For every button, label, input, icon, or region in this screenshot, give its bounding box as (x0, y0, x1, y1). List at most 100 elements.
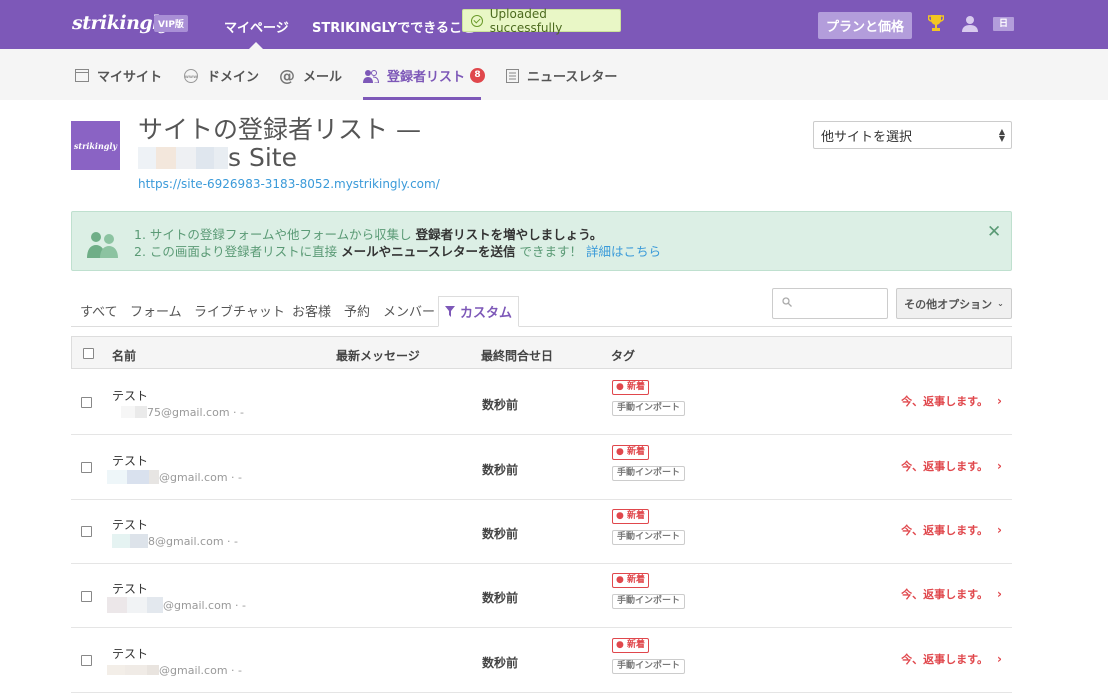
reply-now-link[interactable]: 今、返事します。 › (901, 393, 1002, 409)
last-inquiry-date: 数秒前 (482, 463, 519, 477)
redacted-block (156, 147, 176, 169)
redacted-block (121, 406, 135, 418)
toast-text: Uploaded successfully (489, 6, 563, 35)
last-inquiry-date: 数秒前 (482, 398, 519, 412)
search-input[interactable] (772, 288, 888, 319)
tab-custom[interactable]: カスタム (438, 296, 519, 327)
tab-members[interactable]: メンバー (383, 301, 435, 320)
redacted-block (125, 665, 147, 675)
subscriber-email: @gmail.com · - (107, 661, 242, 679)
language-switch[interactable]: 日 (993, 17, 1014, 31)
redacted-block (135, 406, 147, 418)
chevron-right-icon: › (997, 652, 1002, 666)
column-message[interactable]: 最新メッセージ (336, 347, 420, 364)
redacted-block (147, 665, 159, 675)
row-checkbox[interactable] (81, 655, 92, 666)
row-checkbox[interactable] (81, 591, 92, 602)
subnav-domain[interactable]: www ドメイン (183, 67, 259, 85)
subscriber-name: テスト (112, 647, 149, 661)
subnav-subscribers[interactable]: 登録者リスト 8 (363, 67, 486, 85)
tab-form[interactable]: フォーム (130, 301, 182, 320)
vip-badge: VIP版 (154, 15, 188, 32)
table-row[interactable]: テスト @gmail.com · - 数秒前 ● 新着 手動インポート 今、返事… (71, 435, 1012, 500)
table-header: 名前 最新メッセージ 最終問合せ日 タグ (71, 336, 1012, 369)
table-row[interactable]: テスト @gmail.com · - 数秒前 ● 新着 手動インポート 今、返事… (71, 628, 1012, 693)
active-tab-underline (363, 97, 481, 100)
reply-now-link[interactable]: 今、返事します。 › (901, 458, 1002, 474)
column-name[interactable]: 名前 (112, 347, 136, 364)
chevron-right-icon: › (997, 394, 1002, 408)
redacted-block (149, 470, 159, 484)
column-tags[interactable]: タグ (611, 347, 635, 364)
subscriber-count-badge: 8 (470, 68, 486, 83)
trophy-icon[interactable] (928, 14, 944, 32)
subnav-mysite[interactable]: マイサイト (75, 67, 162, 85)
row-checkbox[interactable] (81, 526, 92, 537)
redacted-block (107, 597, 127, 613)
tab-customers[interactable]: お客様 (292, 301, 331, 320)
redacted-block (147, 597, 163, 613)
info-banner: 1. サイトの登録フォームや他フォームから収集し 登録者リストを増やしましょう。… (71, 211, 1012, 271)
tabs-divider (71, 326, 1012, 327)
table-row[interactable]: テスト @gmail.com · - 数秒前 ● 新着 手動インポート 今、返事… (71, 563, 1012, 628)
subscriber-name: テスト (112, 518, 149, 532)
subscriber-email: 8@gmail.com · - (107, 532, 238, 550)
nav-features[interactable]: STRIKINGLYでできること (312, 17, 475, 36)
plans-pricing-button[interactable]: プランと価格 (818, 12, 913, 39)
row-checkbox[interactable] (81, 462, 92, 473)
tab-livechat[interactable]: ライブチャット (194, 301, 285, 320)
svg-text:www: www (185, 75, 197, 80)
redacted-block (112, 534, 130, 548)
site-select-dropdown[interactable]: 他サイトを選択 ▲ ▼ (813, 121, 1012, 149)
details-link[interactable]: 詳細はこちら (586, 244, 661, 259)
table-row[interactable]: テスト 75@gmail.com · - 数秒前 ● 新着 手動インポート 今、… (71, 370, 1012, 435)
tab-booking[interactable]: 予約 (344, 301, 370, 320)
close-icon[interactable]: ✕ (987, 222, 1001, 242)
tag-new-badge: ● 新着 (612, 573, 649, 588)
subnav-mail[interactable]: @ メール (279, 66, 342, 85)
subscriber-name: テスト (112, 454, 149, 468)
redacted-block (107, 665, 125, 675)
last-inquiry-date: 数秒前 (482, 591, 519, 605)
tab-all[interactable]: すべて (80, 301, 118, 320)
select-arrows-icon: ▲ ▼ (998, 127, 1005, 143)
subscriber-email: @gmail.com · - (107, 596, 246, 614)
redacted-block (127, 597, 147, 613)
site-url-link[interactable]: https://site-6926983-3183-8052.mystrikin… (138, 177, 440, 191)
redacted-block (127, 470, 149, 484)
browser-icon (75, 69, 89, 82)
subscriber-name: テスト (112, 389, 149, 403)
newsletter-icon (506, 68, 519, 83)
table-row[interactable]: テスト 8@gmail.com · - 数秒前 ● 新着 手動インポート 今、返… (71, 499, 1012, 564)
tag-new-badge: ● 新着 (612, 638, 649, 653)
chevron-right-icon: › (997, 459, 1002, 473)
redacted-block (214, 147, 228, 169)
chevron-right-icon: › (997, 523, 1002, 537)
subnav-newsletter[interactable]: ニュースレター (506, 67, 617, 85)
column-date[interactable]: 最終問合せ日 (481, 347, 553, 364)
tag-manual-import: 手動インポート (612, 401, 686, 416)
redacted-block (130, 534, 148, 548)
row-checkbox[interactable] (81, 397, 92, 408)
user-icon[interactable] (962, 15, 978, 32)
last-inquiry-date: 数秒前 (482, 656, 519, 670)
reply-now-link[interactable]: 今、返事します。 › (901, 651, 1002, 667)
www-icon: www (183, 68, 199, 83)
upload-toast: Uploaded successfully (462, 6, 621, 35)
last-inquiry-date: 数秒前 (482, 527, 519, 541)
subscribers-group-icon (87, 232, 118, 258)
chevron-down-icon: ⌄ (997, 299, 1004, 308)
tag-manual-import: 手動インポート (612, 466, 686, 481)
subscriber-email: @gmail.com · - (107, 468, 242, 486)
chevron-right-icon: › (997, 587, 1002, 601)
tag-new-badge: ● 新着 (612, 445, 649, 460)
more-options-button[interactable]: その他オプション ⌄ (896, 288, 1012, 319)
select-all-checkbox[interactable] (83, 348, 94, 359)
info-line-2: 2. この画面より登録者リストに直接 メールやニュースレターを送信 できます！ … (134, 244, 662, 259)
nav-mypage[interactable]: マイページ (224, 17, 289, 49)
reply-now-link[interactable]: 今、返事します。 › (901, 586, 1002, 602)
site-thumbnail: strikingly (71, 121, 120, 170)
redacted-block (107, 470, 127, 484)
tag-manual-import: 手動インポート (612, 659, 686, 674)
reply-now-link[interactable]: 今、返事します。 › (901, 522, 1002, 538)
